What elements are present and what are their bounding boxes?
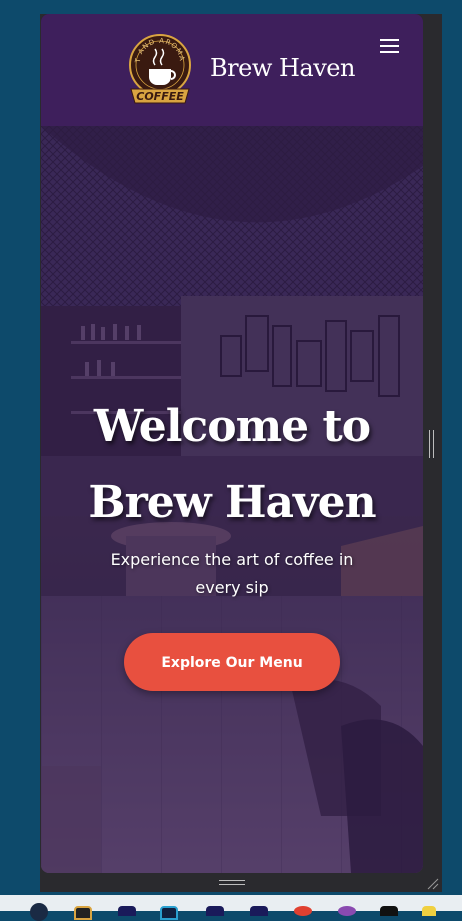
- coffee-logo[interactable]: HOT AND AROMATIC COFFEE: [123, 27, 193, 107]
- taskbar: [0, 895, 462, 921]
- mobile-viewport: HOT AND AROMATIC COFFEE Brew Haven: [41, 14, 423, 873]
- resize-handle-vertical[interactable]: [429, 430, 435, 458]
- resize-handle-horizontal[interactable]: [219, 879, 245, 887]
- hero-title-line1: Welcome to: [93, 401, 371, 452]
- app-icon-9[interactable]: [380, 906, 398, 916]
- explore-menu-button[interactable]: Explore Our Menu: [124, 633, 340, 691]
- app-icon-5[interactable]: [206, 906, 224, 916]
- hero-section: Welcome to Brew Haven Experience the art…: [41, 126, 423, 873]
- app-icon-3[interactable]: [118, 906, 136, 916]
- brand-name[interactable]: Brew Haven: [210, 54, 355, 82]
- navbar: HOT AND AROMATIC COFFEE Brew Haven: [41, 14, 423, 126]
- hero-subtitle-line1: Experience the art of coffee in: [110, 550, 354, 569]
- app-icon-6[interactable]: [250, 906, 268, 916]
- hero-title-line2: Brew Haven: [88, 477, 376, 528]
- menu-line: [380, 45, 399, 47]
- app-icon-1[interactable]: [30, 903, 48, 921]
- menu-line: [380, 51, 399, 53]
- app-icon-4[interactable]: [160, 906, 178, 920]
- hero-subtitle: Experience the art of coffee in every si…: [81, 546, 383, 602]
- hero-subtitle-line2: every sip: [195, 578, 269, 597]
- svg-text:COFFEE: COFFEE: [136, 90, 184, 103]
- app-icon-2[interactable]: [74, 906, 92, 920]
- resize-grip-icon[interactable]: [426, 876, 440, 890]
- menu-line: [380, 39, 399, 41]
- app-icon-8[interactable]: [338, 906, 356, 916]
- hamburger-icon[interactable]: [379, 36, 401, 58]
- app-icon-7[interactable]: [294, 906, 312, 916]
- app-icon-10[interactable]: [422, 906, 436, 916]
- hero-title: Welcome to Brew Haven: [41, 389, 423, 541]
